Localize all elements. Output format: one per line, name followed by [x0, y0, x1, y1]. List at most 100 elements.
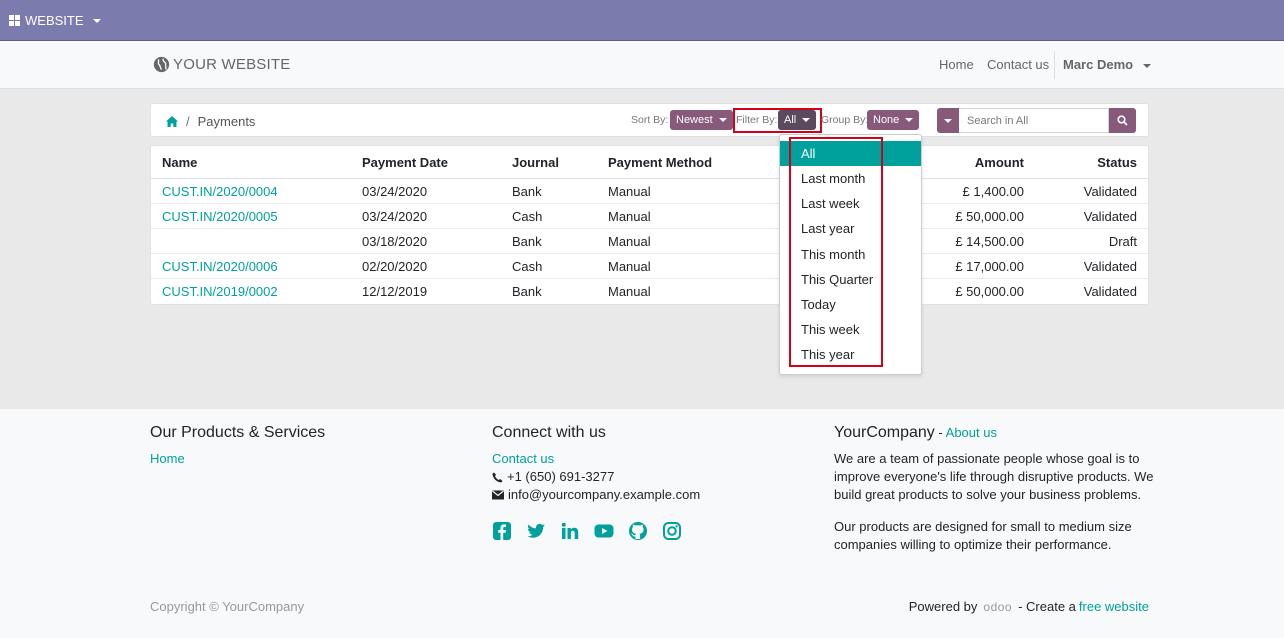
payment-date: 02/20/2020	[362, 259, 428, 274]
odoo-logo[interactable]: odoo	[983, 600, 1012, 614]
payment-date: 03/24/2020	[362, 209, 428, 224]
nav-divider	[1054, 51, 1055, 79]
products-title: Our Products & Services	[150, 424, 326, 441]
search-button[interactable]	[1109, 108, 1136, 133]
payment-amount: £ 1,400.00	[962, 184, 1024, 199]
col-name: Name	[162, 155, 198, 170]
envelope-icon	[492, 490, 504, 500]
footer-about: YourCompany - About us We are a team of …	[834, 424, 1154, 554]
payment-status: Validated	[1083, 184, 1137, 199]
payment-status: Validated	[1083, 284, 1137, 299]
site-header: YOUR WEBSITE Home Contact us Marc Demo	[0, 41, 1284, 89]
table-row[interactable]: CUST.IN/2020/0005 03/24/2020 Cash Manual…	[151, 204, 1148, 229]
col-payment-date: Payment Date	[362, 155, 448, 170]
company-heading: YourCompany - About us	[834, 424, 1154, 442]
table-header: Name Payment Date Journal Payment Method…	[151, 146, 1148, 179]
payment-journal: Cash	[512, 209, 543, 224]
table-row[interactable]: CUST.IN/2019/0002 12/12/2019 Bank Manual…	[151, 279, 1148, 304]
footer-products: Our Products & Services Home	[150, 424, 325, 468]
caret-icon	[944, 118, 952, 123]
home-icon[interactable]	[166, 116, 178, 127]
nav-home[interactable]: Home	[939, 57, 974, 72]
grid-icon	[9, 15, 20, 26]
website-menu-button[interactable]: WEBSITE	[9, 13, 101, 28]
social-links	[492, 521, 700, 541]
payment-name-link[interactable]: CUST.IN/2019/0002	[162, 279, 278, 304]
about-text-2: Our products are designed for small to m…	[834, 519, 1132, 552]
table-row[interactable]: CUST.IN/2020/0006 02/20/2020 Cash Manual…	[151, 254, 1148, 279]
caret-icon	[905, 118, 914, 122]
github-icon[interactable]	[628, 521, 648, 541]
website-menu-label: WEBSITE	[25, 13, 84, 28]
email-line: info@yourcompany.example.com	[492, 486, 700, 504]
payment-amount: £ 14,500.00	[955, 234, 1024, 249]
nav-home-link[interactable]: Home	[939, 57, 974, 72]
company-dash: -	[934, 425, 946, 440]
email-address: info@yourcompany.example.com	[508, 487, 701, 502]
footer-home-link[interactable]: Home	[150, 450, 185, 468]
payment-status: Draft	[1108, 234, 1137, 249]
footer-contact-link[interactable]: Contact us	[492, 450, 554, 468]
instagram-icon[interactable]	[662, 521, 682, 541]
powered-by-label: Powered by	[908, 599, 978, 614]
globe-icon	[153, 56, 170, 73]
phone-line: +1 (650) 691-3277	[492, 468, 700, 486]
caret-icon	[718, 118, 727, 122]
payment-journal: Bank	[512, 184, 542, 199]
phone-icon	[492, 472, 503, 482]
nav-contact[interactable]: Contact us	[987, 57, 1049, 72]
site-logo[interactable]: YOUR WEBSITE	[153, 56, 290, 73]
payment-name-link[interactable]: CUST.IN/2020/0006	[162, 254, 278, 279]
breadcrumb: / Payments	[166, 114, 255, 129]
filter-highlight-box	[733, 108, 822, 133]
dropdown-highlight-box	[789, 137, 883, 367]
breadcrumb-separator: /	[186, 114, 190, 129]
caret-icon	[92, 18, 101, 23]
payment-date: 12/12/2019	[362, 284, 428, 299]
sort-label: Sort By:	[631, 114, 669, 126]
payment-method: Manual	[608, 184, 651, 199]
breadcrumb-current: Payments	[197, 114, 256, 129]
admin-topbar: WEBSITE	[0, 0, 1284, 41]
payments-table: Name Payment Date Journal Payment Method…	[150, 145, 1149, 305]
linkedin-icon[interactable]	[560, 521, 580, 541]
group-label: Group By:	[821, 114, 869, 126]
twitter-icon[interactable]	[526, 521, 546, 541]
payment-amount: £ 50,000.00	[955, 284, 1024, 299]
payment-amount: £ 17,000.00	[955, 259, 1024, 274]
col-journal: Journal	[512, 155, 559, 170]
payment-method: Manual	[608, 234, 651, 249]
copyright: Copyright © YourCompany	[150, 599, 305, 614]
portal-toolbar: / Payments Sort By: Newest Filter By: Al…	[150, 103, 1149, 137]
user-name: Marc Demo	[1063, 57, 1134, 72]
sort-dropdown[interactable]: Newest	[670, 110, 733, 130]
search-group	[937, 108, 1136, 133]
free-website-link[interactable]: free website	[1079, 599, 1149, 614]
company-title: YourCompany	[834, 424, 935, 441]
payment-date: 03/24/2020	[362, 184, 428, 199]
payment-amount: £ 50,000.00	[955, 209, 1024, 224]
facebook-icon[interactable]	[492, 521, 512, 541]
payment-date: 03/18/2020	[362, 234, 428, 249]
user-menu[interactable]: Marc Demo	[1063, 57, 1151, 72]
payment-journal: Bank	[512, 234, 542, 249]
about-us-link[interactable]: About us	[946, 425, 997, 440]
payment-method: Manual	[608, 284, 651, 299]
payment-method: Manual	[608, 209, 651, 224]
logo-text: YOUR WEBSITE	[173, 56, 291, 73]
search-input[interactable]	[959, 108, 1109, 133]
table-row[interactable]: CUST.IN/2020/0004 03/24/2020 Bank Manual…	[151, 179, 1148, 204]
footer-connect: Connect with us Contact us +1 (650) 691-…	[492, 424, 700, 541]
connect-title: Connect with us	[492, 424, 606, 441]
create-a-label: - Create a	[1018, 599, 1076, 614]
payment-name-link[interactable]: CUST.IN/2020/0005	[162, 204, 278, 229]
payment-status: Validated	[1083, 209, 1137, 224]
youtube-icon[interactable]	[594, 521, 614, 541]
search-filter-toggle[interactable]	[937, 108, 959, 133]
nav-contact-link[interactable]: Contact us	[987, 57, 1049, 72]
payment-name-link[interactable]: CUST.IN/2020/0004	[162, 179, 278, 204]
col-status: Status	[1097, 155, 1137, 170]
group-dropdown[interactable]: None	[867, 110, 920, 130]
payment-journal: Bank	[512, 284, 542, 299]
table-row[interactable]: 03/18/2020 Bank Manual £ 14,500.00 Draft	[151, 229, 1148, 254]
